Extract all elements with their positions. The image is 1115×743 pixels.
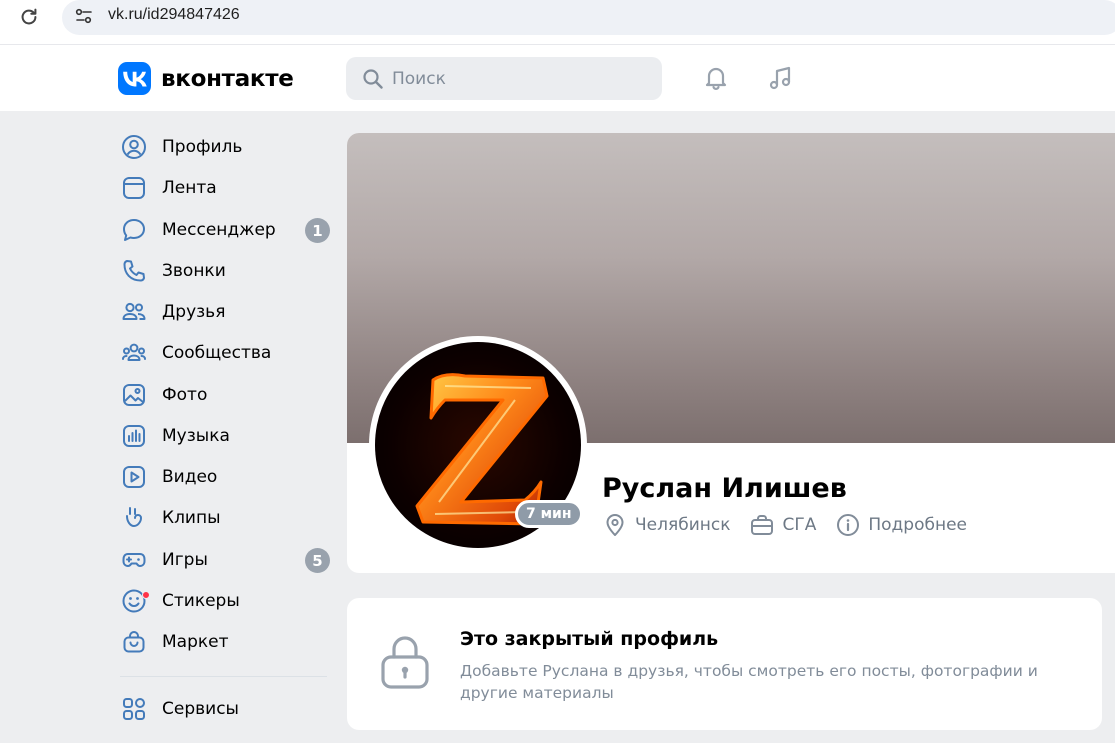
vk-logo-icon (118, 62, 151, 95)
messenger-count-badge: 1 (305, 218, 330, 243)
vk-logo[interactable]: вконтакте (118, 62, 294, 95)
sidebar-item-services[interactable]: Сервисы (120, 690, 332, 728)
sidebar-item-communities[interactable]: Сообщества (120, 334, 332, 372)
smile-icon (120, 587, 150, 615)
city-text: Челябинск (635, 515, 731, 535)
sidebar-divider (120, 676, 327, 677)
sidebar-item-label: Сервисы (162, 699, 239, 719)
address-bar[interactable]: vk.ru/id294847426 (62, 0, 1115, 35)
sidebar-item-music[interactable]: Музыка (120, 417, 332, 455)
site-settings-icon[interactable] (72, 4, 96, 28)
search-input[interactable] (392, 68, 632, 89)
music-icon (120, 422, 148, 450)
closed-profile-description: Добавьте Руслана в друзья, чтобы смотрет… (460, 662, 1038, 702)
sidebar-item-stickers[interactable]: Стикеры (120, 582, 332, 620)
more-info-link[interactable]: Подробнее (836, 513, 967, 537)
sidebar-item-label: Сообщества (162, 343, 272, 363)
browser-toolbar: vk.ru/id294847426 (0, 0, 1115, 44)
sidebar-item-label: Музыка (162, 426, 230, 446)
phone-icon (120, 257, 148, 285)
sidebar-item-label: Лента (162, 178, 217, 198)
sidebar-item-profile[interactable]: Профиль (120, 128, 332, 166)
last-seen-badge: 7 мин (515, 500, 583, 528)
message-bubble-icon (120, 216, 148, 244)
sidebar-item-label: Клипы (162, 508, 221, 528)
clips-icon (120, 504, 148, 532)
profile-info-row: Челябинск СГА Подробнее (603, 513, 987, 537)
closed-profile-card: Это закрытый профиль Добавьте Руслана в … (347, 598, 1102, 730)
sidebar-item-friends[interactable]: Друзья (120, 293, 332, 331)
sidebar-item-games[interactable]: Игры 5 (120, 541, 332, 579)
bell-icon[interactable] (701, 63, 731, 93)
vk-logo-text: вконтакте (161, 65, 294, 92)
games-count-badge: 5 (305, 548, 330, 573)
location-pin-icon (603, 513, 627, 537)
sidebar-item-market[interactable]: Маркет (120, 623, 332, 661)
sidebar-item-label: Стикеры (162, 591, 240, 611)
sidebar-item-label: Звонки (162, 261, 226, 281)
video-icon (120, 463, 148, 491)
sidebar-item-label: Друзья (162, 302, 226, 322)
profile-header-card: 7 мин Руслан Илишев Челябинск СГА Подроб… (347, 133, 1115, 573)
newsfeed-icon (120, 174, 148, 202)
profile-name: Руслан Илишев (602, 473, 847, 504)
user-circle-icon (120, 133, 148, 161)
search-box[interactable] (346, 57, 662, 100)
sidebar-item-label: Профиль (162, 137, 243, 157)
briefcase-icon (750, 513, 774, 537)
education-text: СГА (782, 515, 817, 535)
search-icon (362, 68, 384, 90)
music-note-icon[interactable] (766, 63, 796, 93)
sidebar-item-clips[interactable]: Клипы (120, 499, 332, 537)
friends-icon (120, 298, 148, 326)
lock-icon (379, 633, 431, 691)
sidebar-item-label: Видео (162, 467, 218, 487)
sidebar-item-photo[interactable]: Фото (120, 376, 332, 414)
sidebar-item-messenger[interactable]: Мессенджер 1 (120, 211, 332, 249)
closed-profile-title: Это закрытый профиль (460, 628, 719, 650)
info-circle-icon (836, 513, 860, 537)
gamepad-icon (120, 546, 148, 574)
sidebar-item-label: Фото (162, 385, 208, 405)
sidebar-item-feed[interactable]: Лента (120, 169, 332, 207)
shopping-bag-icon (120, 628, 148, 656)
reload-icon[interactable] (14, 3, 44, 31)
photo-icon (120, 381, 148, 409)
city-info[interactable]: Челябинск (603, 513, 730, 537)
sidebar-item-calls[interactable]: Звонки (120, 252, 332, 290)
new-indicator-dot (142, 591, 150, 599)
more-info-text: Подробнее (868, 515, 967, 535)
url-text[interactable]: vk.ru/id294847426 (108, 6, 240, 24)
sidebar-item-label: Игры (162, 550, 208, 570)
sidebar-item-video[interactable]: Видео (120, 458, 332, 496)
vk-header: вконтакте (0, 44, 1115, 111)
communities-icon (120, 339, 148, 367)
sidebar-item-label: Маркет (162, 632, 229, 652)
education-info[interactable]: СГА (750, 513, 816, 537)
services-grid-icon (120, 695, 148, 723)
sidebar-item-label: Мессенджер (162, 220, 276, 240)
